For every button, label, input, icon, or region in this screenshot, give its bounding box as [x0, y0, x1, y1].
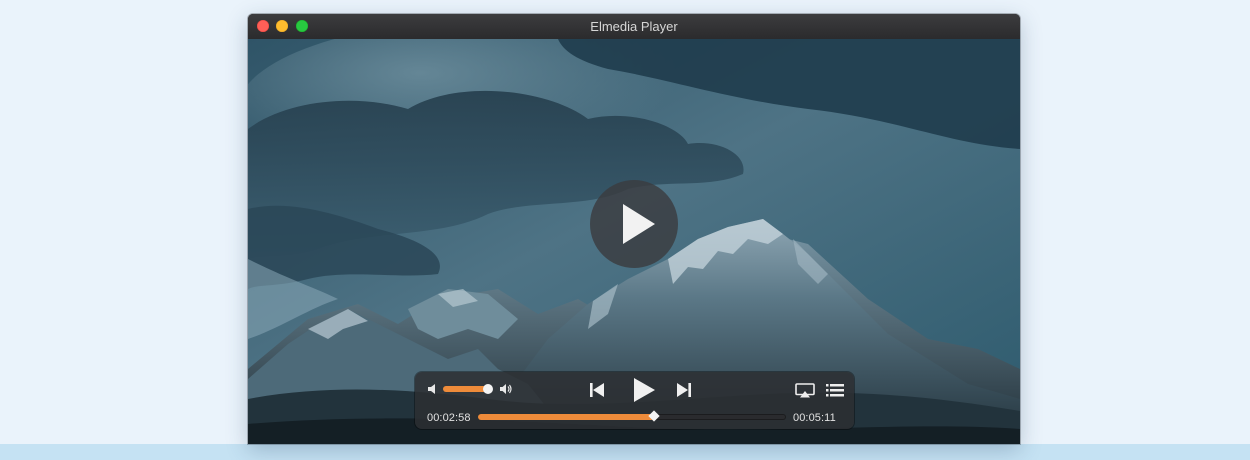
next-button[interactable] — [676, 382, 692, 398]
current-time: 00:02:58 — [427, 412, 471, 424]
big-play-button[interactable] — [590, 180, 678, 268]
page-bottom-strip — [0, 444, 1250, 460]
previous-button[interactable] — [589, 382, 605, 398]
skip-previous-icon — [590, 383, 604, 397]
playlist-button[interactable] — [826, 384, 844, 397]
volume-high-icon[interactable] — [499, 382, 513, 396]
seek-bar-progress — [478, 414, 654, 420]
skip-next-icon — [677, 383, 691, 397]
player-window: Elmedia Player 00:02:58 00:05:11 — [248, 14, 1020, 444]
volume-slider-knob[interactable] — [483, 384, 493, 394]
play-button[interactable] — [631, 377, 657, 403]
seek-bar[interactable] — [478, 410, 786, 422]
volume-low-icon[interactable] — [427, 383, 439, 395]
airplay-icon — [795, 383, 815, 398]
title-bar[interactable]: Elmedia Player — [248, 14, 1020, 40]
playback-controls-bar: 00:02:58 00:05:11 — [415, 372, 854, 429]
play-icon — [623, 204, 655, 244]
playlist-icon — [826, 384, 844, 397]
window-title: Elmedia Player — [590, 19, 678, 34]
play-icon — [634, 378, 655, 402]
total-time: 00:05:11 — [793, 412, 836, 424]
airplay-button[interactable] — [795, 383, 815, 398]
